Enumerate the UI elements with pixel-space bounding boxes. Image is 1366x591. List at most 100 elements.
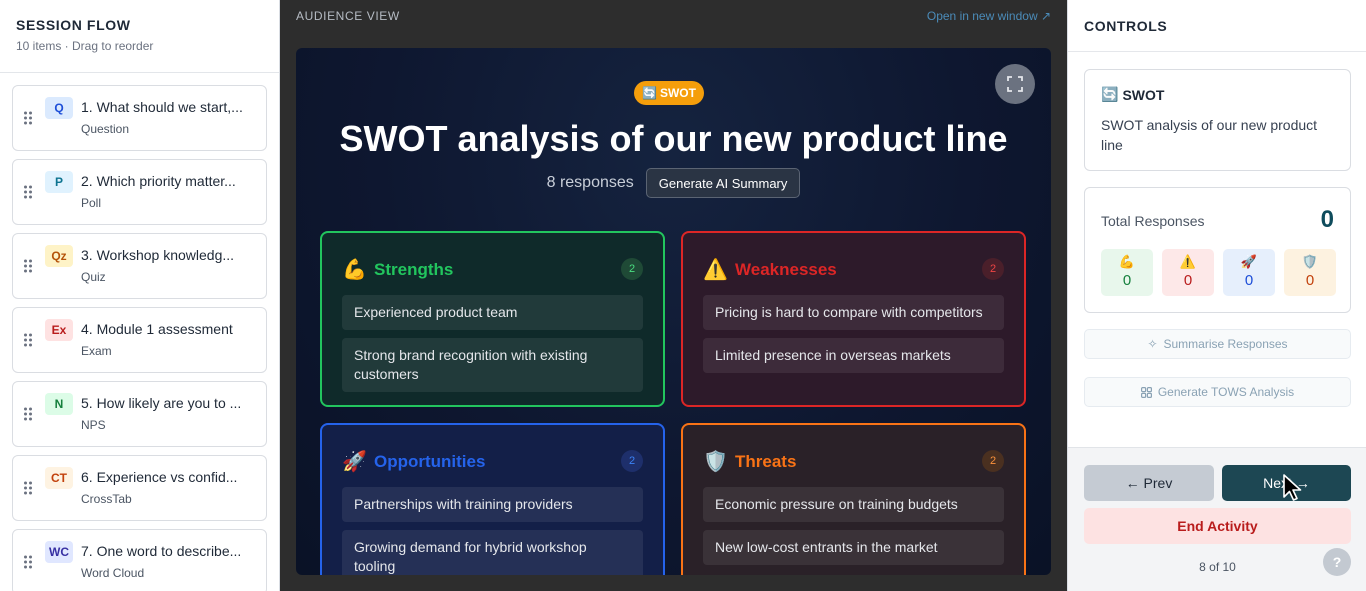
- flexed-biceps-icon: 💪: [1118, 254, 1136, 269]
- opportunities-mini-stat: 🚀 0: [1223, 249, 1275, 296]
- opportunities-mini-value: 0: [1244, 272, 1254, 289]
- shield-icon: 🛡️: [703, 451, 728, 473]
- item-type-badge: N: [45, 393, 73, 415]
- controls-body: 🔄 SWOT SWOT analysis of our new product …: [1068, 52, 1366, 447]
- swot-icon: 🔄: [1101, 86, 1119, 102]
- threats-count: 2: [982, 450, 1004, 472]
- response-count: 8 responses: [546, 174, 634, 191]
- drag-handle-icon[interactable]: [23, 406, 35, 422]
- flow-item-type: CrossTab: [81, 492, 132, 506]
- weakness-item: Pricing is hard to compare with competit…: [703, 295, 1004, 330]
- prev-button[interactable]: ← Prev: [1084, 465, 1214, 501]
- flow-list-item[interactable]: N 5. How likely are you to ... NPS: [12, 381, 267, 447]
- flow-list-item[interactable]: WC 7. One word to describe... Word Cloud: [12, 529, 267, 591]
- weaknesses-mini-stat: ⚠️ 0: [1162, 249, 1214, 296]
- activity-title: SWOT analysis of our new product line: [339, 118, 1008, 159]
- threat-item: New low-cost entrants in the market: [703, 530, 1004, 565]
- weaknesses-count: 2: [982, 258, 1004, 280]
- flow-item-type: Exam: [81, 344, 112, 358]
- end-activity-button[interactable]: End Activity: [1084, 508, 1351, 544]
- sidebar-header: SESSION FLOW 10 items · Drag to reorder: [0, 0, 279, 73]
- item-type-badge: P: [45, 171, 73, 193]
- threats-header: 🛡️ Threats: [703, 449, 796, 474]
- swot-pill-label: SWOT: [659, 86, 696, 100]
- flow-item-title: 2. Which priority matter...: [81, 173, 236, 189]
- drag-handle-icon[interactable]: [23, 184, 35, 200]
- sidebar-subtitle: 10 items · Drag to reorder: [16, 39, 154, 53]
- flow-list-item[interactable]: P 2. Which priority matter... Poll: [12, 159, 267, 225]
- strengths-header: 💪 Strengths: [342, 257, 453, 282]
- weaknesses-quadrant: ⚠️ Weaknesses 2 Pricing is hard to compa…: [681, 231, 1026, 407]
- strengths-label: Strengths: [374, 259, 454, 279]
- item-type-badge: Ex: [45, 319, 73, 341]
- controls-panel: CONTROLS 🔄 SWOT SWOT analysis of our new…: [1067, 0, 1366, 591]
- grid-icon: [1140, 386, 1152, 398]
- drag-handle-icon[interactable]: [23, 258, 35, 274]
- threats-mini-value: 0: [1305, 272, 1315, 289]
- item-type-badge: CT: [45, 467, 73, 489]
- flow-item-type: Question: [81, 122, 130, 136]
- weaknesses-header: ⚠️ Weaknesses: [703, 257, 837, 282]
- flow-list-item[interactable]: Qz 3. Workshop knowledg... Quiz: [12, 233, 267, 299]
- flow-item-title: 3. Workshop knowledg...: [81, 247, 235, 263]
- summarise-label: Summarise Responses: [1163, 337, 1288, 351]
- drag-handle-icon[interactable]: [23, 110, 35, 126]
- opportunity-item: Partnerships with training providers: [342, 487, 643, 522]
- threats-items: Economic pressure on training budgets Ne…: [703, 487, 1004, 573]
- item-type-badge: WC: [45, 541, 73, 563]
- threat-item: Economic pressure on training budgets: [703, 487, 1004, 522]
- flow-item-type: Poll: [81, 196, 102, 210]
- strengths-items: Experienced product team Strong brand re…: [342, 295, 643, 400]
- total-responses-label: Total Responses: [1101, 213, 1205, 229]
- audience-view-panel: AUDIENCE VIEW Open in new window ↗ 🔄 SWO…: [280, 0, 1067, 591]
- page-indicator: 8 of 10: [1199, 560, 1236, 574]
- opportunities-count: 2: [621, 450, 643, 472]
- generate-tows-button[interactable]: Generate TOWS Analysis: [1084, 377, 1351, 407]
- sidebar-title: SESSION FLOW: [16, 17, 131, 33]
- presentation-stage: 🔄 SWOT SWOT analysis of our new product …: [296, 48, 1051, 575]
- flow-item-type: Quiz: [81, 270, 106, 284]
- controls-title: CONTROLS: [1084, 18, 1168, 34]
- weaknesses-mini-value: 0: [1183, 272, 1193, 289]
- flow-list: Q 1. What should we start,... Question P 2. …: [0, 73, 279, 591]
- generate-ai-summary-button[interactable]: Generate AI Summary: [645, 168, 801, 198]
- flow-item-title: 1. What should we start,...: [81, 99, 243, 115]
- swot-icon: 🔄: [642, 86, 657, 100]
- strength-item: Experienced product team: [342, 295, 643, 330]
- flow-item-title: 5. How likely are you to ...: [81, 395, 242, 411]
- flow-list-item[interactable]: Q 1. What should we start,... Question: [12, 85, 267, 151]
- flow-item-title: 7. One word to describe...: [81, 543, 242, 559]
- shield-icon: 🛡️: [1301, 254, 1319, 269]
- flow-list-item[interactable]: Ex 4. Module 1 assessment Exam: [12, 307, 267, 373]
- audience-view-label: AUDIENCE VIEW: [296, 9, 400, 23]
- open-new-window-link[interactable]: Open in new window ↗: [927, 9, 1051, 23]
- drag-handle-icon[interactable]: [23, 332, 35, 348]
- weaknesses-label: Weaknesses: [735, 259, 837, 279]
- strengths-mini-value: 0: [1122, 272, 1132, 289]
- opportunities-quadrant: 🚀 Opportunities 2 Partnerships with trai…: [320, 423, 665, 575]
- responses-card: Total Responses 0 💪 0 ⚠️ 0 🚀 0 🛡️ 0: [1084, 187, 1351, 313]
- flow-item-type: NPS: [81, 418, 106, 432]
- drag-handle-icon[interactable]: [23, 480, 35, 496]
- total-responses-value: 0: [1320, 206, 1334, 233]
- sparkle-icon: ✧: [1147, 337, 1158, 351]
- rocket-icon: 🚀: [342, 451, 367, 473]
- session-flow-sidebar: SESSION FLOW 10 items · Drag to reorder …: [0, 0, 280, 591]
- help-button[interactable]: ?: [1323, 548, 1351, 576]
- mouse-cursor-icon: [1283, 474, 1302, 501]
- activity-card: 🔄 SWOT SWOT analysis of our new product …: [1084, 69, 1351, 171]
- item-type-badge: Qz: [45, 245, 73, 267]
- activity-card-text: SWOT analysis of our new product line: [1101, 117, 1318, 153]
- opportunities-header: 🚀 Opportunities: [342, 449, 485, 474]
- fullscreen-button[interactable]: [995, 64, 1035, 104]
- flow-list-item[interactable]: CT 6. Experience vs confid... CrossTab: [12, 455, 267, 521]
- summarise-responses-button[interactable]: ✧ Summarise Responses: [1084, 329, 1351, 359]
- controls-footer: ← Prev Next → End Activity 8 of 10 ?: [1068, 447, 1366, 591]
- weakness-item: Limited presence in overseas markets: [703, 338, 1004, 373]
- tows-label: Generate TOWS Analysis: [1157, 385, 1295, 399]
- flexed-biceps-icon: 💪: [342, 259, 367, 281]
- threats-quadrant: 🛡️ Threats 2 Economic pressure on traini…: [681, 423, 1026, 575]
- threats-label: Threats: [735, 451, 797, 471]
- fullscreen-icon: [1007, 76, 1023, 92]
- drag-handle-icon[interactable]: [23, 554, 35, 570]
